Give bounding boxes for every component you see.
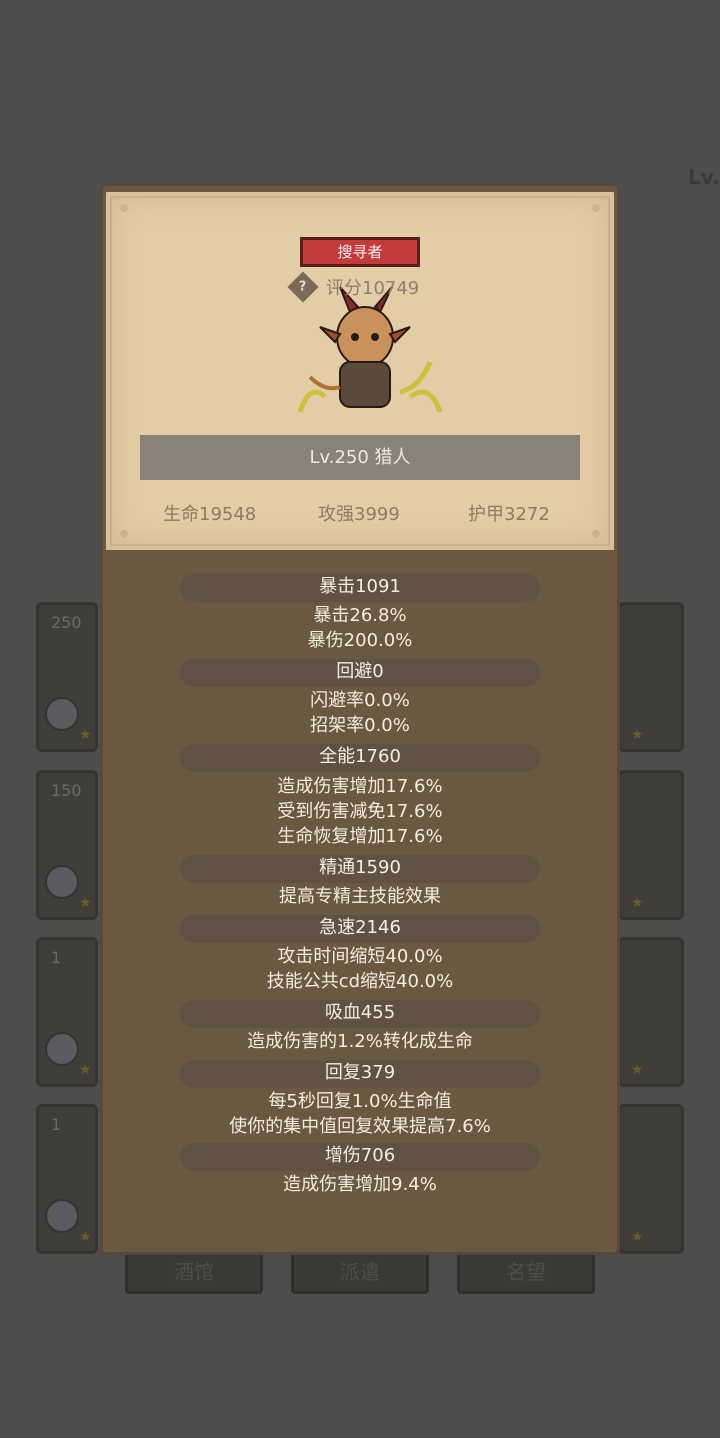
stat-text: 全能1760 — [319, 746, 401, 767]
skill-orb-icon — [45, 1199, 79, 1233]
star-icon: ★ — [631, 1229, 644, 1245]
star-icon: ★ — [79, 1062, 92, 1078]
stat-detail: 每5秒回复1.0%生命值 — [100, 1090, 620, 1114]
card-level: 250 — [51, 613, 82, 632]
star-icon: ★ — [79, 727, 92, 743]
stat-text: 技能公共cd缩短40.0% — [266, 971, 454, 992]
hero-portrait — [297, 286, 443, 413]
stat-text: 造成伤害增加17.6% — [277, 776, 443, 797]
stat-detail: 造成伤害增加17.6% — [100, 775, 620, 799]
background-hero-card: 150 ★ — [36, 770, 98, 920]
stat-text: 攻击时间缩短40.0% — [277, 946, 443, 967]
star-icon: ★ — [79, 1229, 92, 1245]
stat-detail: 技能公共cd缩短40.0% — [100, 970, 620, 994]
background-hero-card: 250 ★ — [36, 602, 98, 752]
stat-text: 暴击26.8% — [313, 605, 407, 626]
hero-armor: 护甲3272 — [468, 504, 550, 525]
question-icon[interactable]: ? — [287, 271, 319, 303]
skill-orb-icon — [45, 1032, 79, 1066]
star-icon: ★ — [631, 895, 644, 911]
stat-detail: 造成伤害的1.2%转化成生命 — [100, 1030, 620, 1054]
skill-orb-icon — [45, 697, 79, 731]
hero-score: 评分10749 — [326, 278, 420, 299]
card-rivet — [592, 204, 600, 212]
background-hero-card: 1 ★ — [36, 1104, 98, 1254]
background-hero-card: 1 ★ — [36, 937, 98, 1087]
hero-name-level: Lv.250 猎人 — [140, 435, 580, 480]
background-hero-card: ★ — [618, 1104, 684, 1254]
stat-text: 招架率0.0% — [310, 715, 410, 736]
stat-header: 吸血455 — [100, 1000, 620, 1028]
stat-text: 暴击1091 — [319, 576, 401, 597]
stat-header: 急速2146 — [100, 915, 620, 943]
stat-detail: 生命恢复增加17.6% — [100, 825, 620, 849]
stat-text: 使你的集中值回复效果提高7.6% — [229, 1116, 491, 1137]
stat-text: 暴伤200.0% — [307, 630, 413, 651]
stat-text: 提高专精主技能效果 — [279, 886, 441, 907]
stat-header: 回复379 — [100, 1060, 620, 1088]
card-level: 1 — [51, 1115, 62, 1134]
card-level: 1 — [51, 948, 62, 967]
hero-class-badge: 搜寻者 — [300, 237, 420, 267]
card-rivet — [120, 530, 128, 538]
stat-detail: 使你的集中值回复效果提高7.6% — [100, 1115, 620, 1139]
card-level: 150 — [51, 781, 82, 800]
stat-text: 回避0 — [336, 661, 384, 682]
star-icon: ★ — [631, 1062, 644, 1078]
stat-text: 吸血455 — [324, 1002, 396, 1023]
tab-tavern: 酒馆 — [125, 1252, 263, 1294]
stat-text: 造成伤害增加9.4% — [283, 1174, 437, 1195]
stat-detail: 招架率0.0% — [100, 714, 620, 738]
stat-text: 急速2146 — [319, 917, 401, 938]
stat-header: 全能1760 — [100, 744, 620, 772]
stat-text: 造成伤害的1.2%转化成生命 — [247, 1031, 473, 1052]
stat-detail: 受到伤害减免17.6% — [100, 800, 620, 824]
hero-hp: 生命19548 — [163, 504, 257, 525]
stat-detail: 提高专精主技能效果 — [100, 885, 620, 909]
stat-detail: 暴击26.8% — [100, 604, 620, 628]
stat-header: 回避0 — [100, 659, 620, 687]
stat-text: 每5秒回复1.0%生命值 — [268, 1091, 452, 1112]
stat-text: 闪避率0.0% — [310, 690, 410, 711]
card-rivet — [592, 530, 600, 538]
stat-text: 精通1590 — [319, 857, 401, 878]
score-row: ? 评分10749 — [287, 271, 420, 303]
stat-text: 受到伤害减免17.6% — [277, 801, 443, 822]
star-icon: ★ — [79, 895, 92, 911]
stat-header: 增伤706 — [100, 1143, 620, 1171]
stat-text: 增伤706 — [324, 1145, 396, 1166]
stat-detail: 攻击时间缩短40.0% — [100, 945, 620, 969]
stat-detail: 暴伤200.0% — [100, 629, 620, 653]
skill-orb-icon — [45, 865, 79, 899]
hero-attack: 攻强3999 — [318, 504, 400, 525]
stat-detail: 造成伤害增加9.4% — [100, 1173, 620, 1197]
star-icon: ★ — [631, 727, 644, 743]
stat-text: 生命恢复增加17.6% — [277, 826, 443, 847]
card-rivet — [120, 204, 128, 212]
background-hero-card: ★ — [618, 937, 684, 1087]
background-level-text: Lv.5 — [688, 165, 720, 189]
tab-fame: 名望 — [457, 1252, 595, 1294]
stat-header: 暴击1091 — [100, 574, 620, 602]
background-hero-card: ★ — [618, 602, 684, 752]
stat-text: 回复379 — [324, 1062, 396, 1083]
stat-header: 精通1590 — [100, 855, 620, 883]
background-hero-card: ★ — [618, 770, 684, 920]
tab-dispatch: 派遣 — [291, 1252, 429, 1294]
stat-detail: 闪避率0.0% — [100, 689, 620, 713]
